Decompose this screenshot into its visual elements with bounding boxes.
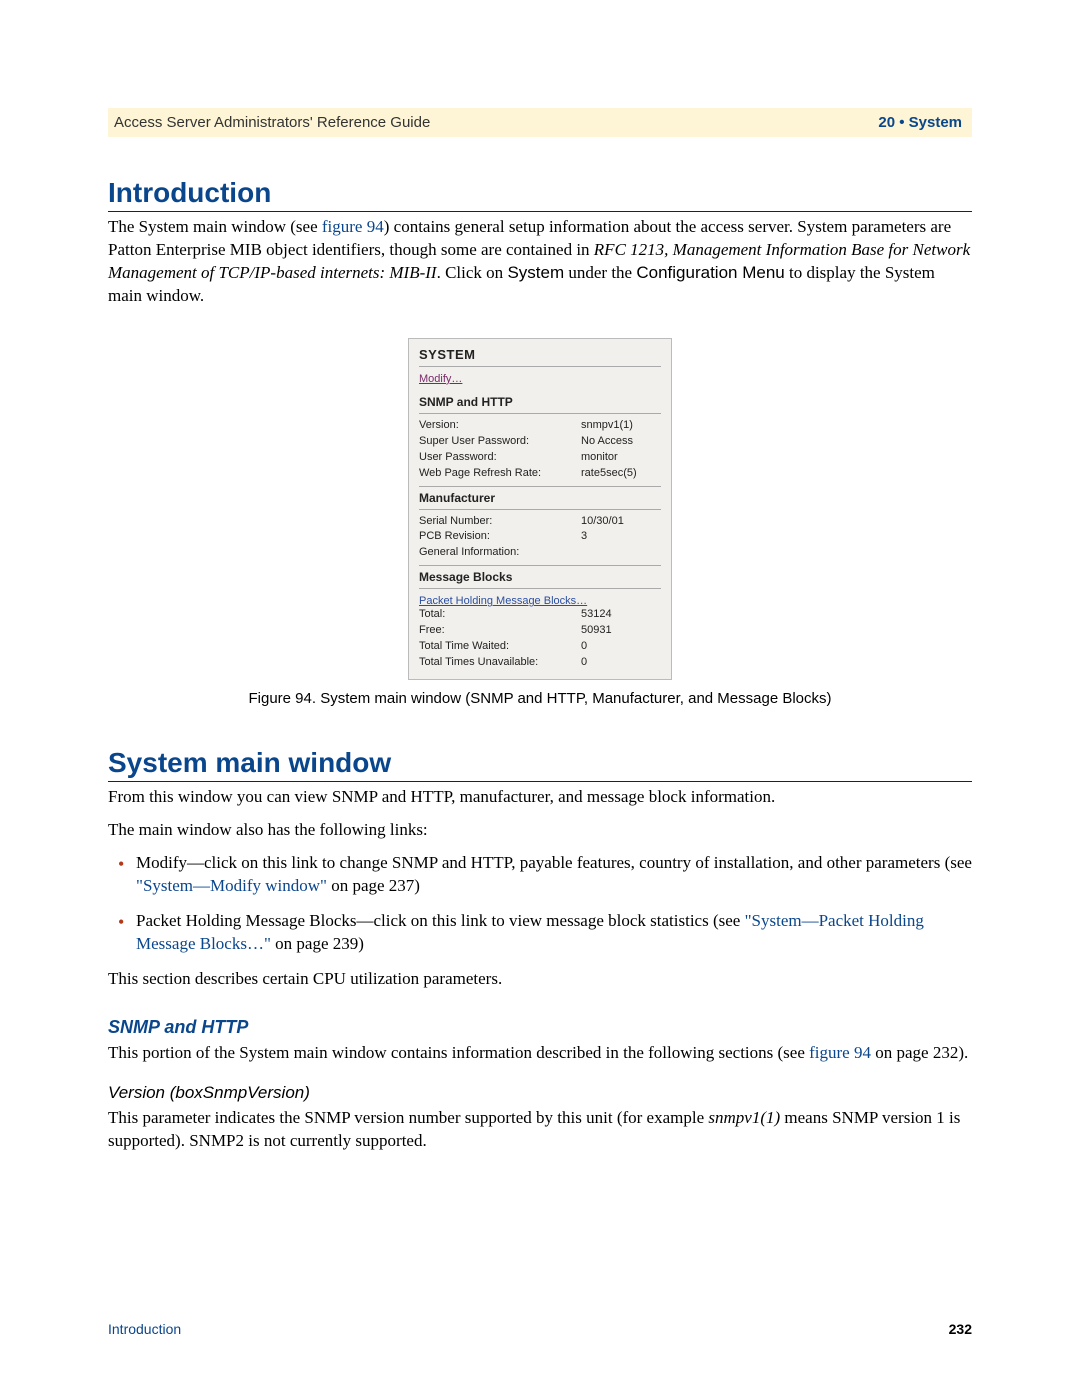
bullet-modify: Modify—click on this link to change SNMP… bbox=[108, 852, 972, 898]
row-free: Free:50931 bbox=[419, 623, 661, 639]
smw-p1: From this window you can view SNMP and H… bbox=[108, 786, 972, 809]
footer-left: Introduction bbox=[108, 1321, 181, 1337]
panel-section-manufacturer: Manufacturer bbox=[419, 491, 661, 505]
page-footer: Introduction 232 bbox=[108, 1321, 972, 1337]
heading-version: Version (boxSnmpVersion) bbox=[108, 1083, 972, 1103]
heading-introduction: Introduction bbox=[108, 177, 972, 212]
bullet-list: Modify—click on this link to change SNMP… bbox=[108, 852, 972, 956]
panel-title: SYSTEM bbox=[419, 347, 661, 362]
page-header: Access Server Administrators' Reference … bbox=[108, 108, 972, 137]
row-geninfo: General Information: bbox=[419, 545, 661, 561]
snmp-p1: This portion of the System main window c… bbox=[108, 1042, 972, 1065]
packet-holding-link[interactable]: Packet Holding Message Blocks… bbox=[419, 595, 587, 607]
link-system-modify[interactable]: "System—Modify window" bbox=[136, 876, 327, 895]
row-total: Total:53124 bbox=[419, 607, 661, 623]
header-left: Access Server Administrators' Reference … bbox=[114, 114, 430, 131]
row-version: Version:snmpv1(1) bbox=[419, 418, 661, 434]
system-panel: SYSTEM Modify… SNMP and HTTP Version:snm… bbox=[408, 338, 672, 680]
version-p: This parameter indicates the SNMP versio… bbox=[108, 1107, 972, 1153]
link-figure-94[interactable]: figure 94 bbox=[322, 217, 384, 236]
modify-link[interactable]: Modify… bbox=[419, 373, 462, 385]
figure-caption: Figure 94. System main window (SNMP and … bbox=[108, 690, 972, 707]
row-superuser: Super User Password:No Access bbox=[419, 434, 661, 450]
link-figure-94-b[interactable]: figure 94 bbox=[809, 1043, 871, 1062]
heading-snmp-http: SNMP and HTTP bbox=[108, 1017, 972, 1038]
footer-right: 232 bbox=[949, 1321, 972, 1337]
row-timewaited: Total Time Waited:0 bbox=[419, 639, 661, 655]
smw-p3: This section describes certain CPU utili… bbox=[108, 968, 972, 991]
row-pcb: PCB Revision:3 bbox=[419, 529, 661, 545]
smw-p2: The main window also has the following l… bbox=[108, 819, 972, 842]
header-right: 20 • System bbox=[878, 114, 962, 131]
row-unavailable: Total Times Unavailable:0 bbox=[419, 655, 661, 671]
figure-94: SYSTEM Modify… SNMP and HTTP Version:snm… bbox=[108, 338, 972, 707]
row-refresh: Web Page Refresh Rate:rate5sec(5) bbox=[419, 466, 661, 482]
panel-section-msgblocks: Message Blocks bbox=[419, 570, 661, 584]
bullet-packet-holding: Packet Holding Message Blocks—click on t… bbox=[108, 910, 972, 956]
heading-system-main-window: System main window bbox=[108, 747, 972, 782]
panel-section-snmp: SNMP and HTTP bbox=[419, 395, 661, 409]
intro-paragraph: The System main window (see figure 94) c… bbox=[108, 216, 972, 308]
row-serial: Serial Number:10/30/01 bbox=[419, 514, 661, 530]
row-userpw: User Password:monitor bbox=[419, 450, 661, 466]
